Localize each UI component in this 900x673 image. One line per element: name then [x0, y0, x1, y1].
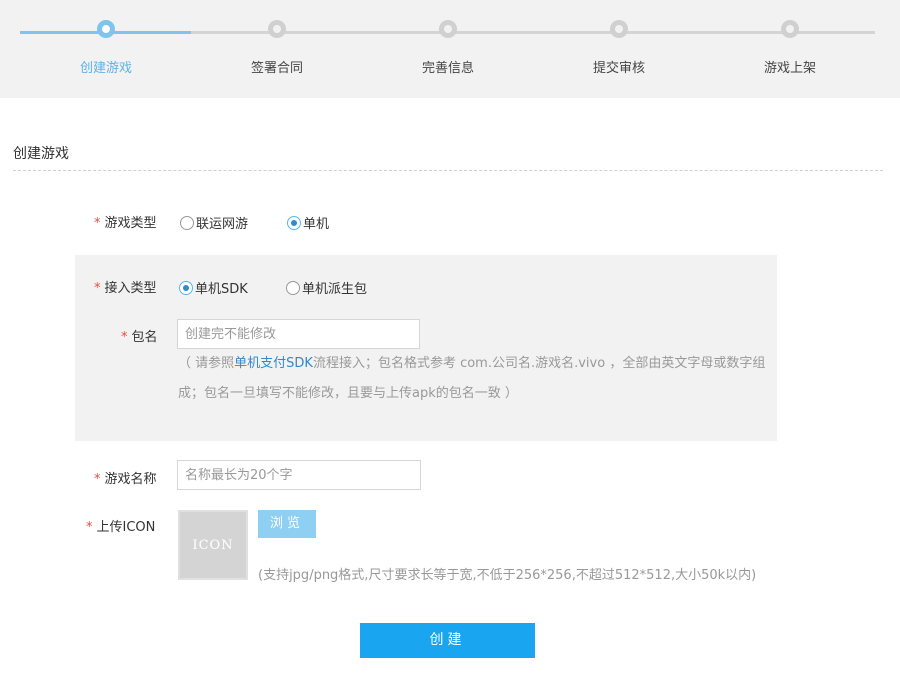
- radio-access-derived-package[interactable]: 单机派生包: [286, 278, 367, 297]
- step-dot-icon: [268, 20, 286, 38]
- step-label: 提交审核: [592, 61, 645, 76]
- icon-placeholder-text: ICON: [192, 537, 234, 553]
- radio-label: 单机SDK: [195, 282, 248, 297]
- icon-preview: ICON: [178, 510, 248, 580]
- radio-circle-icon: [286, 280, 300, 295]
- upload-icon-hint: (支持jpg/png格式,尺寸要求长等于宽,不低于256*256,不超过512*…: [258, 568, 757, 583]
- step-dot-icon: [610, 20, 628, 38]
- radio-game-type-standalone[interactable]: 单机: [287, 213, 329, 232]
- step-label: 游戏上架: [763, 61, 816, 76]
- step-sign-contract: 签署合同: [207, 20, 347, 76]
- step-create-game: 创建游戏: [36, 20, 176, 76]
- step-dot-icon: [97, 20, 115, 38]
- radio-access-standalone-sdk[interactable]: 单机SDK: [179, 278, 248, 297]
- step-label: 创建游戏: [79, 61, 132, 76]
- browse-button[interactable]: 浏览: [258, 510, 316, 538]
- upload-icon-label: * 上传ICON: [86, 520, 156, 535]
- radio-label: 联运网游: [196, 217, 249, 232]
- sdk-doc-link[interactable]: 单机支付SDK: [234, 356, 313, 371]
- progress-stepper: 创建游戏 签署合同 完善信息 提交审核 游戏上架: [0, 0, 900, 98]
- step-complete-info: 完善信息: [378, 20, 518, 76]
- required-mark: *: [121, 330, 128, 345]
- package-name-input[interactable]: [177, 319, 420, 349]
- step-label: 完善信息: [421, 61, 474, 76]
- radio-game-type-online[interactable]: 联运网游: [180, 213, 248, 232]
- package-name-hint: （ 请参照单机支付SDK流程接入；包名格式参考 com.公司名.游戏名.vivo…: [178, 356, 766, 401]
- step-submit-review: 提交审核: [549, 20, 689, 76]
- radio-circle-icon: [180, 215, 194, 230]
- step-dot-icon: [781, 20, 799, 38]
- required-mark: *: [94, 216, 101, 231]
- create-button[interactable]: 创建: [360, 623, 535, 658]
- game-name-label: * 游戏名称: [94, 472, 157, 487]
- step-label: 签署合同: [250, 61, 303, 76]
- game-type-label: * 游戏类型: [94, 216, 157, 231]
- radio-circle-icon: [287, 215, 301, 230]
- required-mark: *: [94, 281, 101, 296]
- radio-circle-icon: [179, 280, 193, 295]
- required-mark: *: [86, 520, 93, 535]
- section-title: 创建游戏: [13, 146, 69, 162]
- radio-label: 单机派生包: [302, 282, 368, 297]
- required-mark: *: [94, 472, 101, 487]
- step-dot-icon: [439, 20, 457, 38]
- step-game-launch: 游戏上架: [720, 20, 860, 76]
- section-divider: [13, 170, 883, 171]
- radio-label: 单机: [303, 217, 330, 232]
- package-name-label: * 包名: [121, 330, 158, 345]
- access-type-label: * 接入类型: [94, 281, 157, 296]
- game-name-input[interactable]: [177, 460, 421, 490]
